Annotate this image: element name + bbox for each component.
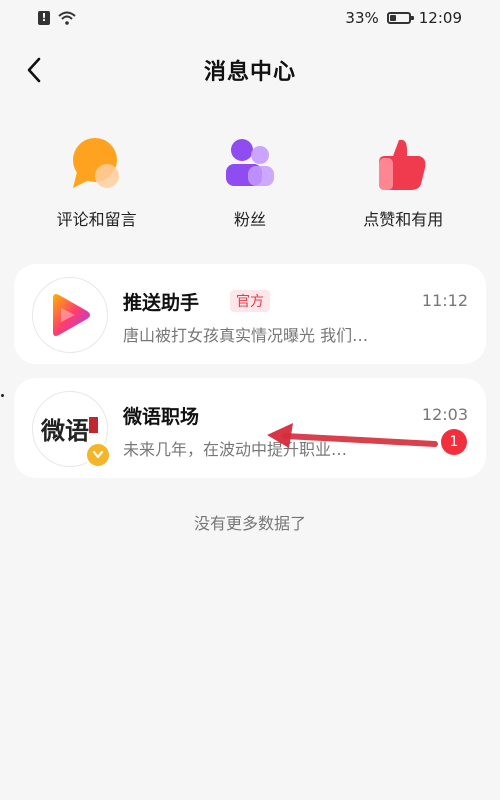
battery-percent: 33% xyxy=(345,9,379,27)
status-left: ! xyxy=(38,11,76,25)
message-time: 12:03 xyxy=(421,405,468,424)
message-item-push-assistant[interactable]: 推送助手 官方 11:12 唐山被打女孩真实情况曝光 我们… xyxy=(14,264,486,364)
avatar: 微语 xyxy=(32,391,111,468)
unread-count-badge: 1 xyxy=(441,429,467,455)
comment-bubble-icon xyxy=(72,138,119,188)
page-title: 消息中心 xyxy=(203,60,296,85)
message-name: 微语职场 xyxy=(123,406,200,428)
thumbs-up-icon xyxy=(379,139,426,190)
message-time: 11:12 xyxy=(421,291,468,310)
message-preview: 未来几年，在波动中提升职业… xyxy=(123,440,348,459)
back-button[interactable] xyxy=(16,52,52,88)
chevron-down-icon xyxy=(92,450,104,459)
stray-dot xyxy=(1,394,4,397)
category-likes[interactable]: 点赞和有用 xyxy=(343,136,463,230)
category-fans[interactable]: 粉丝 xyxy=(190,136,310,230)
category-fans-label: 粉丝 xyxy=(233,210,266,229)
chevron-left-icon xyxy=(27,57,41,83)
category-comments[interactable]: 评论和留言 xyxy=(37,136,157,230)
message-item-weiyu-career[interactable]: 微语 微语职场 12:03 未来几年，在波动中提升职业… 1 xyxy=(14,378,486,478)
wifi-icon xyxy=(58,11,76,25)
battery-icon xyxy=(386,12,414,24)
category-row: 评论和留言 粉丝 点赞和有用 xyxy=(0,136,500,230)
fans-people-icon xyxy=(225,139,274,186)
avatar-calligraphy-text: 微语 xyxy=(40,416,89,445)
official-badge: 官方 xyxy=(230,290,270,312)
header: 消息中心 xyxy=(0,44,500,96)
battery-fill xyxy=(389,15,396,21)
status-bar: ! 33% 12:09 xyxy=(0,0,500,36)
message-name: 推送助手 xyxy=(123,292,200,314)
alert-icon: ! xyxy=(38,11,50,25)
screen: ! 33% 12:09 消息中心 评论和留言 粉丝 点赞和有用 推送助手 官方 … xyxy=(0,0,500,800)
play-logo-icon xyxy=(53,294,90,336)
category-comments-label: 评论和留言 xyxy=(56,210,137,229)
category-likes-label: 点赞和有用 xyxy=(363,210,444,229)
no-more-data-text: 没有更多数据了 xyxy=(193,514,306,533)
avatar xyxy=(32,277,108,353)
message-preview: 唐山被打女孩真实情况曝光 我们… xyxy=(123,326,369,345)
status-right: 33% 12:09 xyxy=(345,9,462,27)
verified-badge xyxy=(85,442,111,468)
status-time: 12:09 xyxy=(418,9,462,27)
